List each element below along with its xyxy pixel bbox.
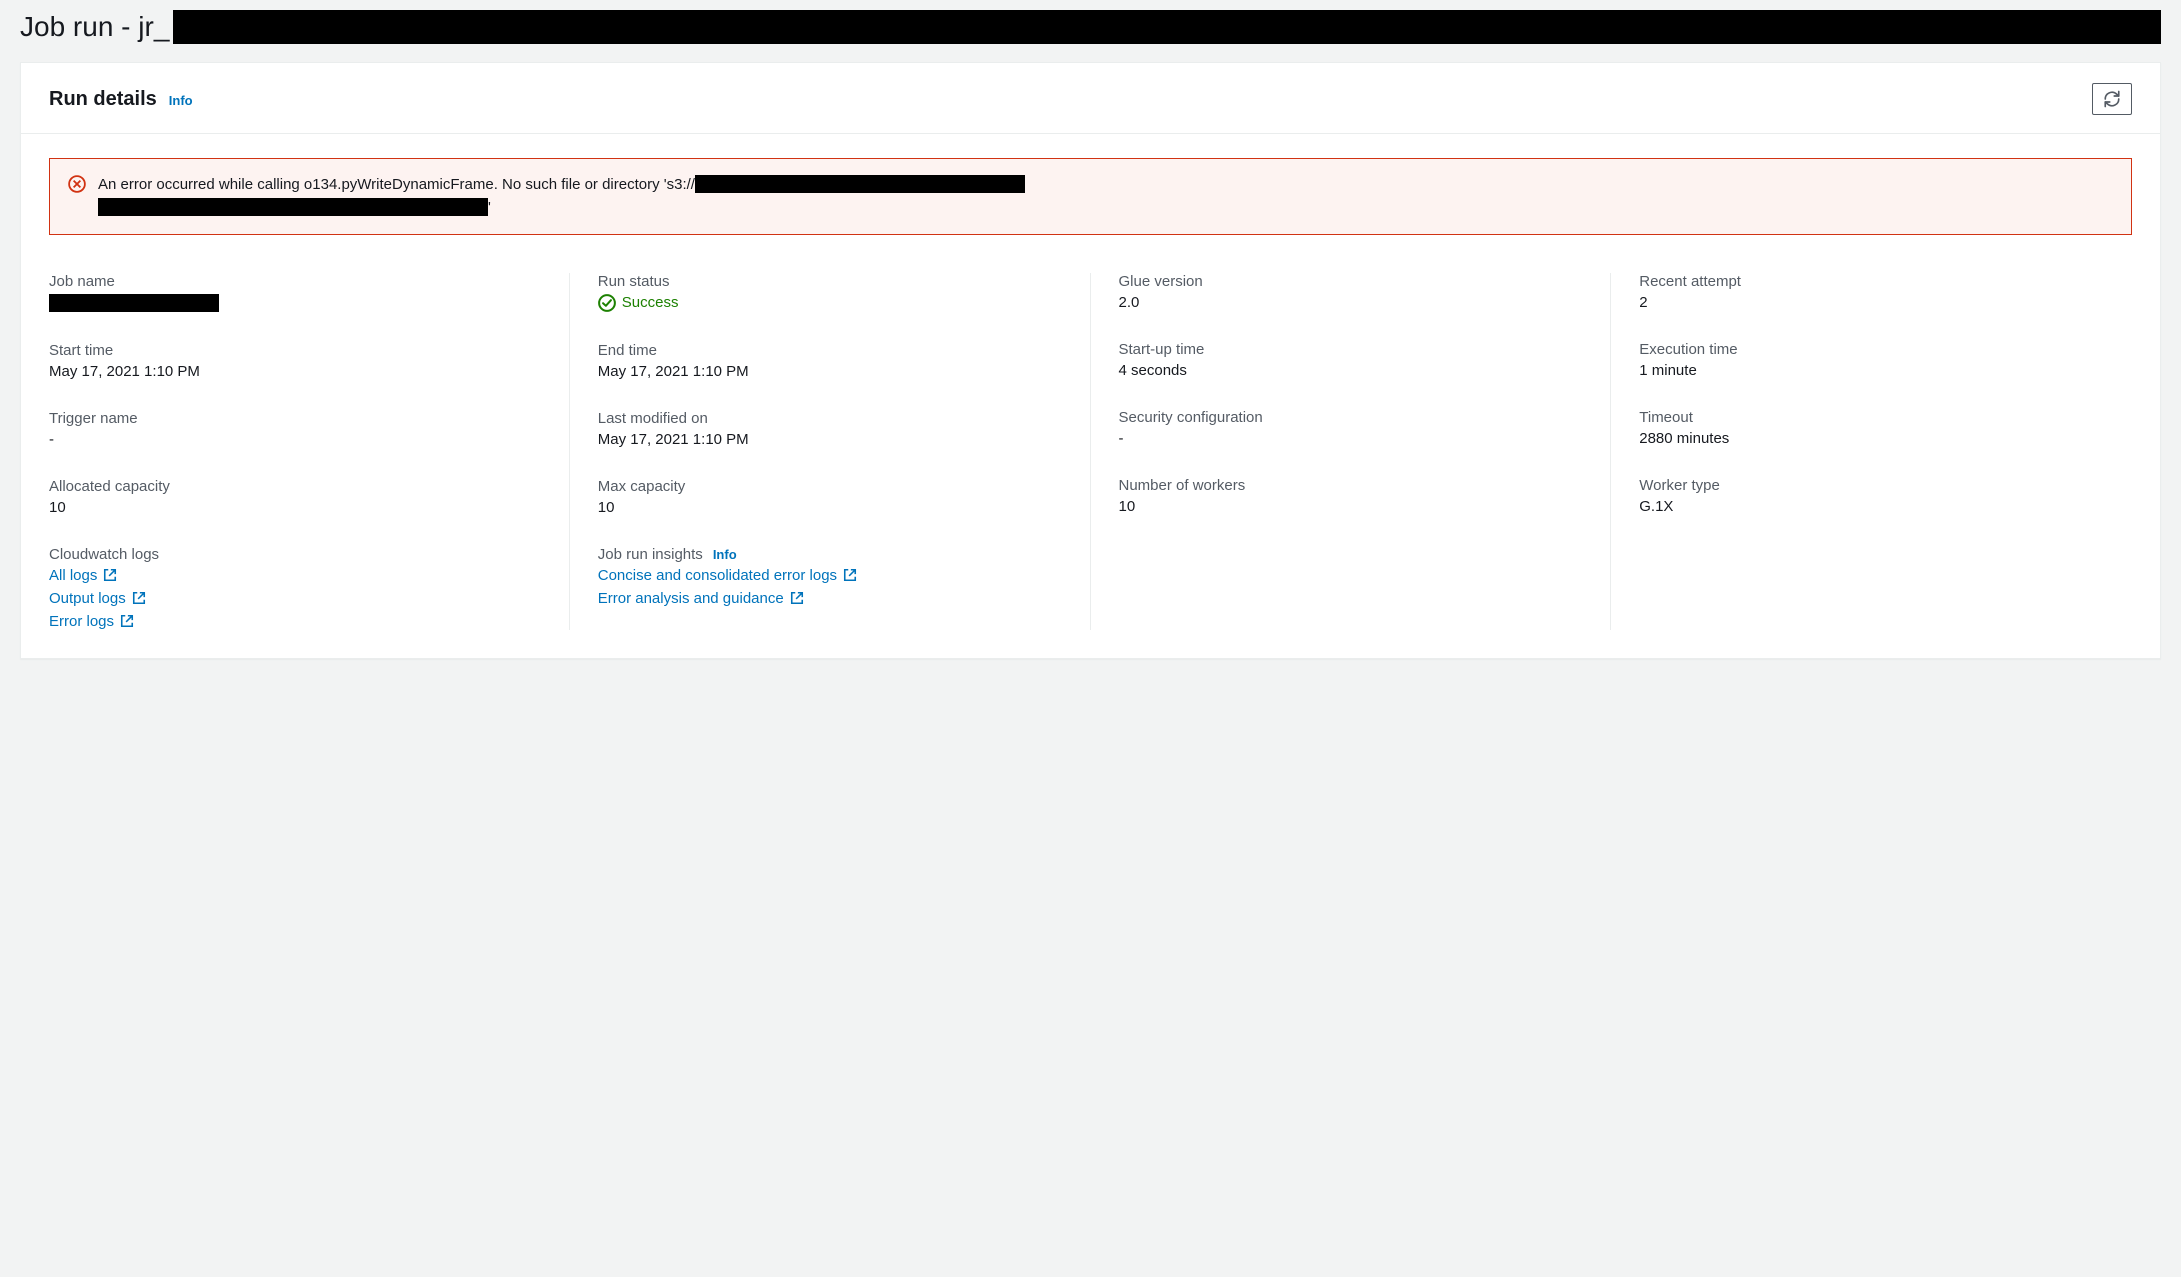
allocated-capacity-value: 10	[49, 499, 541, 516]
end-time-value: May 17, 2021 1:10 PM	[598, 363, 1062, 380]
insights-label: Job run insights	[598, 546, 703, 563]
details-col-1: Job name Start time May 17, 2021 1:10 PM…	[49, 273, 570, 630]
start-time-value: May 17, 2021 1:10 PM	[49, 363, 541, 380]
last-modified-value: May 17, 2021 1:10 PM	[598, 431, 1062, 448]
start-time-label: Start time	[49, 342, 541, 359]
worker-type-value: G.1X	[1639, 498, 2132, 515]
run-status-label: Run status	[598, 273, 1062, 290]
last-modified-label: Last modified on	[598, 410, 1062, 427]
recent-attempt-label: Recent attempt	[1639, 273, 2132, 290]
external-link-icon	[790, 591, 804, 605]
execution-time-item: Execution time 1 minute	[1639, 341, 2132, 379]
num-workers-item: Number of workers 10	[1119, 477, 1583, 515]
external-link-icon	[843, 568, 857, 582]
allocated-capacity-label: Allocated capacity	[49, 478, 541, 495]
last-modified-item: Last modified on May 17, 2021 1:10 PM	[598, 410, 1062, 448]
security-config-item: Security configuration -	[1119, 409, 1583, 447]
details-col-4: Recent attempt 2 Execution time 1 minute…	[1611, 273, 2132, 630]
insights-item: Job run insights Info Concise and consol…	[598, 546, 1062, 607]
error-logs-text: Error logs	[49, 613, 114, 630]
glue-version-value: 2.0	[1119, 294, 1583, 311]
glue-version-item: Glue version 2.0	[1119, 273, 1583, 311]
trigger-name-item: Trigger name -	[49, 410, 541, 448]
recent-attempt-value: 2	[1639, 294, 2132, 311]
error-icon	[68, 175, 86, 193]
concise-logs-link[interactable]: Concise and consolidated error logs	[598, 567, 1062, 584]
concise-logs-text: Concise and consolidated error logs	[598, 567, 837, 584]
timeout-value: 2880 minutes	[1639, 430, 2132, 447]
max-capacity-item: Max capacity 10	[598, 478, 1062, 516]
end-time-label: End time	[598, 342, 1062, 359]
page-title-prefix: Job run - jr_	[20, 11, 169, 43]
external-link-icon	[132, 591, 146, 605]
details-grid: Job name Start time May 17, 2021 1:10 PM…	[49, 273, 2132, 630]
external-link-icon	[103, 568, 117, 582]
startup-time-item: Start-up time 4 seconds	[1119, 341, 1583, 379]
output-logs-link[interactable]: Output logs	[49, 590, 541, 607]
max-capacity-label: Max capacity	[598, 478, 1062, 495]
startup-time-value: 4 seconds	[1119, 362, 1583, 379]
error-logs-link[interactable]: Error logs	[49, 613, 541, 630]
job-name-item: Job name	[49, 273, 541, 312]
end-time-item: End time May 17, 2021 1:10 PM	[598, 342, 1062, 380]
error-analysis-link[interactable]: Error analysis and guidance	[598, 590, 1062, 607]
redacted-s3-path-2	[98, 198, 488, 216]
info-link[interactable]: Info	[169, 93, 193, 108]
execution-time-label: Execution time	[1639, 341, 2132, 358]
timeout-label: Timeout	[1639, 409, 2132, 426]
trigger-name-value: -	[49, 431, 541, 448]
num-workers-value: 10	[1119, 498, 1583, 515]
worker-type-item: Worker type G.1X	[1639, 477, 2132, 515]
insights-info-link[interactable]: Info	[713, 547, 737, 562]
details-col-3: Glue version 2.0 Start-up time 4 seconds…	[1091, 273, 1612, 630]
redacted-s3-path-1	[695, 175, 1025, 193]
error-alert: An error occurred while calling o134.pyW…	[49, 158, 2132, 235]
success-icon	[598, 294, 616, 312]
security-config-value: -	[1119, 430, 1583, 447]
output-logs-text: Output logs	[49, 590, 126, 607]
error-text: An error occurred while calling o134.pyW…	[98, 173, 1025, 220]
details-col-2: Run status Success End time May 17, 2021…	[570, 273, 1091, 630]
all-logs-text: All logs	[49, 567, 97, 584]
run-status-text: Success	[622, 294, 679, 311]
page-title: Job run - jr_	[20, 10, 2161, 44]
run-status-value: Success	[598, 294, 1062, 312]
timeout-item: Timeout 2880 minutes	[1639, 409, 2132, 447]
external-link-icon	[120, 614, 134, 628]
all-logs-link[interactable]: All logs	[49, 567, 541, 584]
glue-version-label: Glue version	[1119, 273, 1583, 290]
startup-time-label: Start-up time	[1119, 341, 1583, 358]
error-text-after: '	[488, 199, 491, 216]
redacted-job-run-id	[173, 10, 2161, 44]
worker-type-label: Worker type	[1639, 477, 2132, 494]
execution-time-value: 1 minute	[1639, 362, 2132, 379]
run-status-item: Run status Success	[598, 273, 1062, 312]
security-config-label: Security configuration	[1119, 409, 1583, 426]
cloudwatch-logs-item: Cloudwatch logs All logs Output logs	[49, 546, 541, 630]
trigger-name-label: Trigger name	[49, 410, 541, 427]
error-analysis-text: Error analysis and guidance	[598, 590, 784, 607]
refresh-icon	[2103, 90, 2121, 108]
start-time-item: Start time May 17, 2021 1:10 PM	[49, 342, 541, 380]
redacted-job-name	[49, 294, 219, 312]
recent-attempt-item: Recent attempt 2	[1639, 273, 2132, 311]
panel-title: Run details	[49, 88, 157, 111]
allocated-capacity-item: Allocated capacity 10	[49, 478, 541, 516]
job-name-label: Job name	[49, 273, 541, 290]
cloudwatch-logs-label: Cloudwatch logs	[49, 546, 541, 563]
error-text-before: An error occurred while calling o134.pyW…	[98, 176, 695, 193]
run-details-panel: Run details Info An error occurre	[20, 62, 2161, 659]
refresh-button[interactable]	[2092, 83, 2132, 115]
num-workers-label: Number of workers	[1119, 477, 1583, 494]
max-capacity-value: 10	[598, 499, 1062, 516]
panel-header: Run details Info	[21, 63, 2160, 134]
